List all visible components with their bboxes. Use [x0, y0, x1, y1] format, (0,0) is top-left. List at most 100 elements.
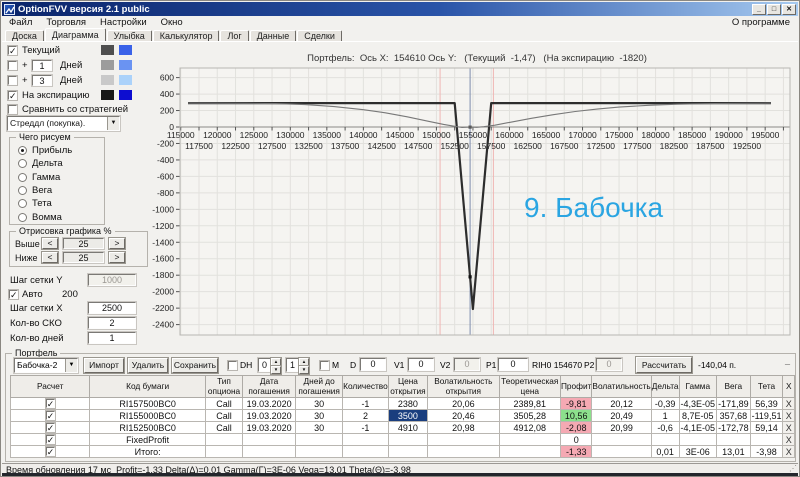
- calc-margin-button[interactable]: Рассчитать ГО: [635, 356, 693, 384]
- calc-cell: ✓: [9, 433, 91, 446]
- row-calc-checkbox[interactable]: ✓: [44, 410, 56, 421]
- tab-Сделки[interactable]: Сделки: [297, 30, 342, 41]
- decrease-button[interactable]: <: [41, 237, 59, 250]
- radio-Дельта[interactable]: [18, 159, 27, 169]
- delete-row-button[interactable]: X: [782, 421, 795, 434]
- collapse-panel-button[interactable]: _: [785, 356, 790, 366]
- x-tick-label-row2: 182500: [660, 141, 689, 151]
- auto-checkbox[interactable]: ✓: [8, 289, 19, 300]
- table-row: ✓ RI155000BC0 Call 19.03.2020 30 2 3500 20,46 35…: [9, 409, 795, 422]
- auto-label: Авто: [22, 289, 43, 300]
- menu-about[interactable]: О программе: [732, 17, 790, 28]
- tab-Лог[interactable]: Лог: [220, 30, 249, 41]
- radio-Вега[interactable]: [18, 185, 27, 195]
- series-toggle-checkbox-0[interactable]: ✓: [7, 45, 18, 56]
- days-cell: [295, 433, 344, 446]
- gamma-cell: -4,3E-05: [678, 397, 718, 410]
- x-tick-label-row2: 157500: [477, 141, 506, 151]
- strategy-dropdown[interactable]: Стреддл (покупка). ▼: [6, 115, 121, 132]
- compare-strategy-checkbox[interactable]: [7, 104, 18, 115]
- import-button[interactable]: Импорт: [83, 357, 125, 374]
- tab-Данные[interactable]: Данные: [249, 30, 297, 41]
- render-percent-value[interactable]: 25: [62, 251, 105, 264]
- tab-Доска[interactable]: Доска: [5, 30, 44, 41]
- x-tick-label: 120000: [203, 130, 232, 140]
- delete-button[interactable]: Удалить: [127, 357, 169, 374]
- tab-Диаграмма[interactable]: Диаграмма: [44, 28, 106, 41]
- x-tick-label: 130000: [276, 130, 305, 140]
- series-toggle-checkbox-1[interactable]: [7, 60, 18, 71]
- x-tick-label-row2: 122500: [221, 141, 250, 151]
- instrument-cell: FixedProfit: [89, 433, 206, 446]
- increase-button[interactable]: >: [108, 237, 126, 250]
- pnl-chart[interactable]: 6004002000-200-400-600-800-1000-1200-140…: [152, 42, 800, 354]
- dh-spinner-0[interactable]: 0 ▲ ▼: [257, 357, 282, 375]
- days-input-2[interactable]: 3: [31, 74, 53, 87]
- maximize-button[interactable]: □: [767, 3, 781, 15]
- field-input-3[interactable]: 2: [87, 316, 137, 330]
- vol-cell: [591, 445, 652, 458]
- theta-cell: -3,98: [749, 445, 784, 458]
- radio-Прибыль[interactable]: [18, 146, 27, 155]
- radio-Тета[interactable]: [18, 199, 27, 209]
- row-calc-checkbox[interactable]: ✓: [44, 422, 56, 433]
- minimize-button[interactable]: _: [752, 3, 766, 15]
- portfolio-selector[interactable]: Бабочка-2 ▼: [13, 357, 79, 374]
- radio-Вомма[interactable]: [18, 212, 27, 222]
- delete-row-button[interactable]: X: [782, 397, 795, 410]
- param-label-D: D: [350, 360, 357, 370]
- y-tick-label: -2200: [152, 303, 174, 313]
- m-checkbox[interactable]: [319, 360, 330, 371]
- radio-Гамма[interactable]: [18, 172, 27, 182]
- render-row-label: Выше: [15, 239, 40, 249]
- tab-Калькулятор[interactable]: Калькулятор: [152, 30, 220, 41]
- series-toggle-checkbox-3[interactable]: ✓: [7, 90, 18, 101]
- chevron-down-icon[interactable]: ▼: [107, 117, 119, 130]
- field-label-0: Шаг сетки Y: [10, 275, 63, 286]
- calc-cell: ✓: [9, 397, 91, 410]
- save-button[interactable]: Сохранить: [171, 357, 219, 374]
- tab-Улыбка[interactable]: Улыбка: [106, 30, 152, 41]
- decrease-button[interactable]: <: [41, 251, 59, 264]
- menu-item-2[interactable]: Настройки: [93, 17, 154, 28]
- menu-item-3[interactable]: Окно: [154, 17, 190, 28]
- col-header-0: Расчет: [9, 375, 91, 398]
- row-calc-checkbox[interactable]: ✓: [44, 398, 56, 409]
- spin-up-icon[interactable]: ▲: [298, 357, 310, 367]
- x-tick-label-row2: 147500: [404, 141, 433, 151]
- dh-spinner-1[interactable]: 1 ▲ ▼: [285, 357, 310, 375]
- menu-item-0[interactable]: Файл: [2, 17, 39, 28]
- field-input-4[interactable]: 1: [87, 331, 137, 345]
- theo-price-cell: [498, 445, 561, 458]
- series-toggle-checkbox-2[interactable]: [7, 75, 18, 86]
- chevron-down-icon[interactable]: ▼: [65, 359, 77, 372]
- delete-row-button[interactable]: X: [782, 409, 795, 422]
- calc-cell: ✓: [9, 445, 91, 458]
- field-input-0[interactable]: 1000: [87, 273, 137, 287]
- param-label-P2: P2: [584, 360, 595, 370]
- days-input-1[interactable]: 1: [31, 59, 53, 72]
- spin-down-icon[interactable]: ▼: [270, 365, 282, 375]
- menu-item-1[interactable]: Торговля: [39, 17, 93, 28]
- delete-row-button[interactable]: X: [782, 445, 795, 458]
- close-button[interactable]: ✕: [782, 3, 796, 15]
- increase-button[interactable]: >: [108, 251, 126, 264]
- draw-group: Чего рисуем Прибыль Дельта Гамма Вега Тета Вом…: [9, 132, 105, 225]
- delete-row-button[interactable]: X: [782, 433, 795, 446]
- row-calc-checkbox[interactable]: ✓: [44, 446, 56, 457]
- field-input-2[interactable]: 2500: [87, 301, 137, 315]
- row-calc-checkbox[interactable]: ✓: [44, 434, 56, 445]
- spin-down-icon[interactable]: ▼: [298, 365, 310, 375]
- param-input-P1[interactable]: 0: [497, 357, 529, 372]
- spin-up-icon[interactable]: ▲: [270, 357, 282, 367]
- param-input-P2[interactable]: 0: [595, 357, 623, 372]
- dh-checkbox[interactable]: [227, 360, 238, 371]
- radio-label-Тета: Тета: [32, 198, 52, 210]
- render-percent-value[interactable]: 25: [62, 237, 105, 250]
- param-input-V1[interactable]: 0: [407, 357, 435, 372]
- open-price-cell: [387, 445, 429, 458]
- param-input-V2[interactable]: 0: [453, 357, 481, 372]
- resize-grip[interactable]: ⋰: [789, 464, 797, 473]
- series-color-2: [119, 60, 132, 70]
- param-input-D[interactable]: 0: [359, 357, 387, 372]
